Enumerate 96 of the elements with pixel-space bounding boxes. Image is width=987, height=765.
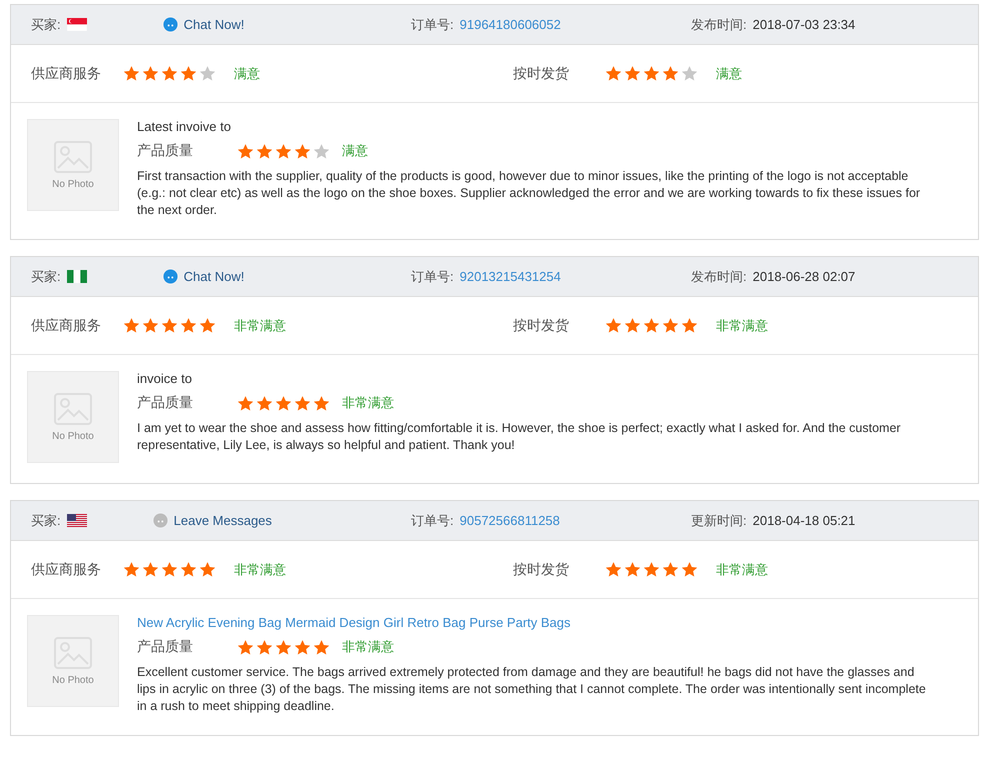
review-comment: Excellent customer service. The bags arrived extremely protected from damage and they are beautiful! he bags did not have the glasses and lips in acrylic on three (3) of the bags. The missing items are not something that I cannot complete. The order was intentionally sent incomplete in a rush to meet shipping deadline. [137, 664, 927, 715]
buyer-label: 买家: [31, 512, 61, 530]
star-icon [643, 65, 660, 82]
star-icon [237, 394, 254, 412]
no-photo-text: No Photo [52, 178, 94, 190]
star-icon [294, 638, 311, 656]
star-icon [180, 561, 197, 578]
star-icon [313, 638, 330, 656]
time-label: 发布时间: [691, 16, 747, 34]
star-icon [294, 142, 311, 160]
rating-verdict: 非常满意 [716, 560, 768, 578]
star-icon [123, 65, 140, 82]
order-number: 90572566811258 [460, 513, 560, 528]
contact-link[interactable]: Leave Messages [152, 513, 272, 528]
rating-verdict: 满意 [234, 64, 260, 82]
star-icon [605, 561, 622, 578]
order-label: 订单号: [411, 268, 454, 286]
star-icon [313, 142, 330, 160]
star-icon [681, 317, 698, 334]
rating-verdict: 非常满意 [342, 394, 394, 412]
flag-icon [66, 514, 87, 527]
chat-icon [152, 513, 168, 528]
review-comment: First transaction with the supplier, quality of the products is good, however due to minor issues, like the printing of the logo is not acceptable (e.g.: not clear etc) as well as the logo on the shoe boxes. Supplier acknowledged the error and we are working towards to fix these issues for the next order. [137, 168, 922, 219]
star-icon [256, 142, 273, 160]
review-title: Latest invoive to [137, 119, 232, 134]
review-title: invoice to [137, 371, 193, 386]
rating-label: 供应商服务 [31, 560, 102, 578]
rating-verdict: 非常满意 [234, 560, 286, 578]
rating-label: 供应商服务 [31, 64, 102, 82]
product-link[interactable]: New Acrylic Evening Bag Mermaid Design Girl Retro Bag Purse Party Bags [137, 615, 927, 630]
rating-label: 供应商服务 [31, 316, 102, 334]
star-icon [161, 65, 178, 82]
review-comment: I am yet to wear the shoe and assess how fitting/comfortable it is. However, the shoe is perfect; exactly what I asked for. And the customer representative, Lily Lee, is always so helpful and patient. Thank you! [137, 420, 902, 454]
flag-icon [66, 270, 87, 283]
star-icon [624, 65, 641, 82]
star-icon [275, 394, 292, 412]
star-icon [161, 561, 178, 578]
timestamp: 2018-07-03 23:34 [752, 17, 856, 32]
star-icon [643, 317, 660, 334]
star-icon [123, 561, 140, 578]
no-photo-text: No Photo [52, 430, 94, 442]
buyer-label: 买家: [31, 16, 61, 34]
star-icon [142, 317, 159, 334]
rating-label: 按时发货 [513, 64, 570, 82]
star-icon [199, 317, 216, 334]
star-icon [142, 561, 159, 578]
quality-label: 产品质量 [137, 394, 194, 412]
rating-verdict: 满意 [342, 142, 368, 160]
rating-verdict: 满意 [716, 64, 742, 82]
star-icon [313, 394, 330, 412]
star-icon [161, 317, 178, 334]
star-icon [681, 65, 698, 82]
star-icon [199, 65, 216, 82]
star-icon [199, 561, 216, 578]
time-label: 更新时间: [691, 512, 747, 530]
chat-icon [162, 269, 178, 284]
star-icon [256, 394, 273, 412]
rating-label: 按时发货 [513, 560, 570, 578]
star-icon [237, 142, 254, 160]
quality-label: 产品质量 [137, 142, 194, 160]
star-icon [237, 638, 254, 656]
quality-label: 产品质量 [137, 638, 194, 656]
star-icon [123, 317, 140, 334]
timestamp: 2018-04-18 05:21 [752, 513, 856, 528]
star-icon [605, 65, 622, 82]
star-icon [256, 638, 273, 656]
order-label: 订单号: [411, 512, 454, 530]
star-icon [275, 638, 292, 656]
no-photo-text: No Photo [52, 674, 94, 686]
star-icon [275, 142, 292, 160]
star-icon [180, 317, 197, 334]
rating-label: 按时发货 [513, 316, 570, 334]
contact-link[interactable]: Chat Now! [162, 17, 244, 32]
star-icon [662, 561, 679, 578]
flag-icon [66, 18, 87, 31]
star-icon [662, 317, 679, 334]
star-icon [662, 65, 679, 82]
contact-link[interactable]: Chat Now! [162, 269, 244, 284]
star-icon [624, 561, 641, 578]
rating-verdict: 非常满意 [342, 638, 394, 656]
star-icon [624, 317, 641, 334]
star-icon [605, 317, 622, 334]
star-icon [681, 561, 698, 578]
chat-icon [162, 17, 178, 32]
timestamp: 2018-06-28 02:07 [752, 269, 856, 284]
time-label: 发布时间: [691, 268, 747, 286]
buyer-label: 买家: [31, 268, 61, 286]
star-icon [142, 65, 159, 82]
order-number: 92013215431254 [460, 269, 561, 284]
rating-verdict: 非常满意 [716, 316, 768, 334]
rating-verdict: 非常满意 [234, 316, 286, 334]
order-label: 订单号: [411, 16, 454, 34]
star-icon [643, 561, 660, 578]
star-icon [180, 65, 197, 82]
star-icon [294, 394, 311, 412]
order-number: 91964180606052 [460, 17, 561, 32]
